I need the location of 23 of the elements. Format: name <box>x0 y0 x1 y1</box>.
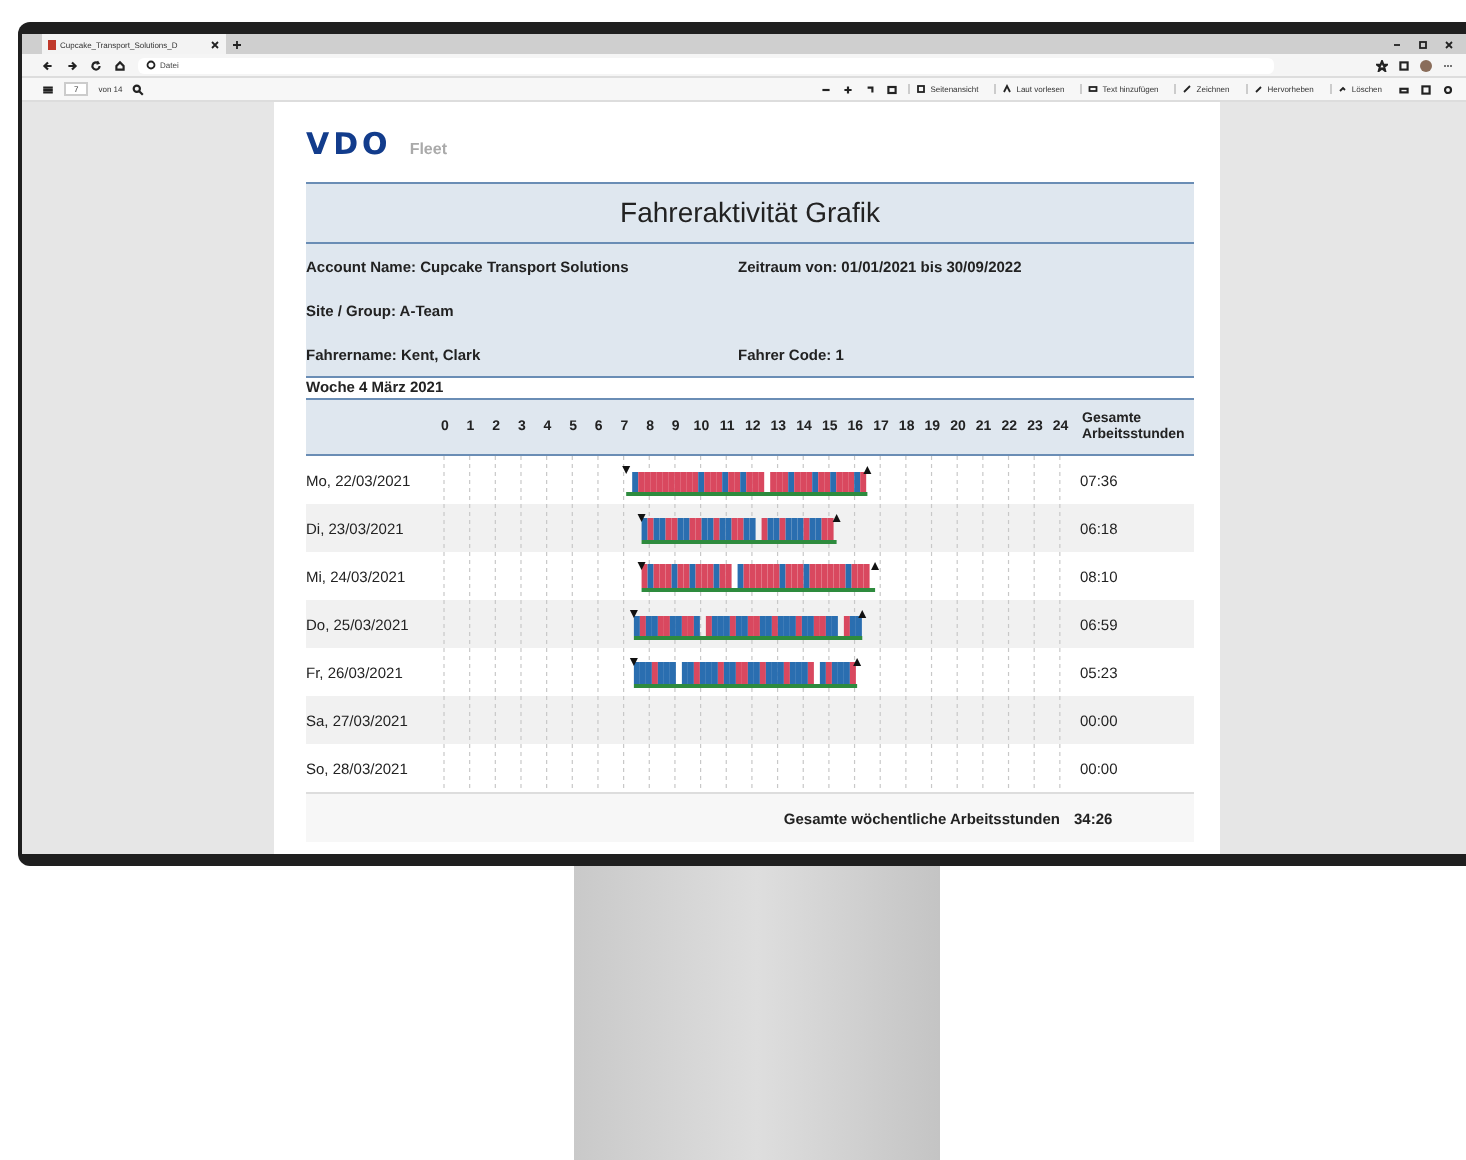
close-icon[interactable] <box>1444 39 1454 49</box>
more-icon[interactable] <box>1442 59 1454 71</box>
back-arrow-icon[interactable] <box>42 59 54 71</box>
home-icon[interactable] <box>114 59 126 71</box>
new-tab-icon[interactable] <box>232 39 242 49</box>
info-icon[interactable] <box>146 60 156 70</box>
forward-arrow-icon[interactable] <box>66 59 78 71</box>
avatar-icon[interactable] <box>1420 59 1432 71</box>
search-icon[interactable] <box>132 83 145 95</box>
pdf-file-icon <box>48 39 56 49</box>
zoom-in-icon[interactable] <box>842 83 855 95</box>
logo-text: VDO <box>306 126 392 162</box>
minimize-icon[interactable] <box>1392 39 1402 49</box>
maximize-icon[interactable] <box>1418 39 1428 49</box>
report-title: Fahreraktivität Grafik <box>306 184 1194 244</box>
star-icon[interactable] <box>1376 59 1388 71</box>
reload-icon[interactable] <box>90 59 102 71</box>
collections-icon[interactable] <box>1398 59 1410 71</box>
zoom-out-icon[interactable] <box>820 83 833 95</box>
list-icon[interactable] <box>42 83 54 95</box>
fit-page-icon[interactable] <box>886 83 899 95</box>
logo-subtitle: Fleet <box>409 140 447 158</box>
close-icon[interactable] <box>210 39 220 49</box>
